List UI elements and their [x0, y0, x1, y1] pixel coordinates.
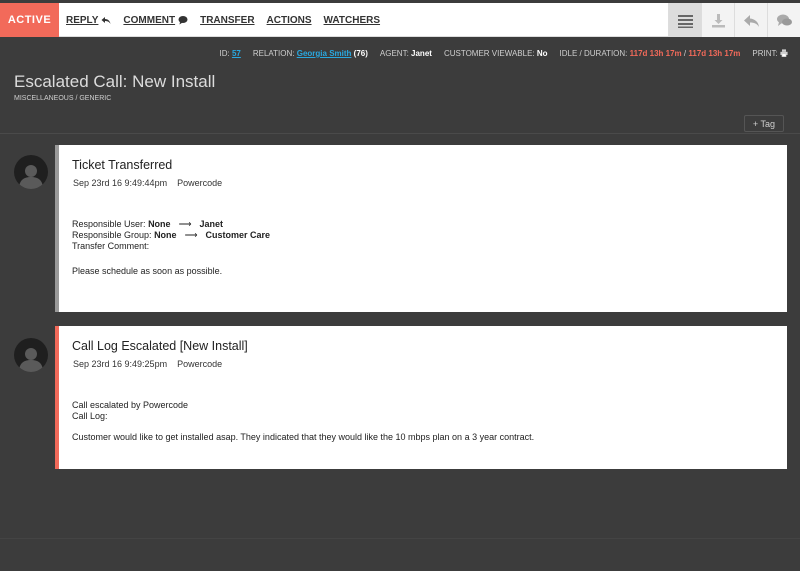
idle-value: 117d 13h 17m [629, 49, 682, 58]
call-log-text: Customer would like to get installed asa… [72, 432, 535, 442]
page-subtitle: MISCELLANEOUS / GENERIC [14, 95, 112, 102]
relation-label: RELATION: [252, 49, 295, 58]
reply-label: REPLY [66, 14, 99, 26]
viewable-label: CUSTOMER VIEWABLE: [443, 49, 535, 58]
responsible-user-line: Responsible User: None ⟶ Janet [72, 219, 270, 230]
user-label: Responsible User: [72, 219, 146, 229]
viewable-value: No [536, 49, 548, 58]
entry-date: Sep 23rd 16 9:49:25pm [73, 359, 168, 369]
agent-value: Janet [411, 49, 432, 58]
reply-icon [101, 17, 111, 24]
transfer-comment: Please schedule as soon as possible. [72, 266, 223, 276]
timeline-entry-transfer: Ticket Transferred Sep 23rd 16 9:49:44pm… [55, 145, 787, 312]
entry-meta: Sep 23rd 16 9:49:44pm Powercode [73, 178, 222, 188]
entry-title: Ticket Transferred [72, 158, 173, 172]
entry-meta: Sep 23rd 16 9:49:25pm Powercode [73, 359, 222, 369]
entry-title: Call Log Escalated [New Install] [72, 339, 248, 353]
ticket-info-bar: ID: 57 RELATION: Georgia Smith (76) AGEN… [219, 49, 788, 58]
user-icon [19, 348, 43, 372]
comment-button[interactable]: COMMENT [123, 15, 188, 26]
ticket-id-link[interactable]: 57 [232, 49, 241, 58]
add-tag-button[interactable]: + Tag [743, 115, 784, 132]
page-footer [0, 538, 800, 571]
list-icon [677, 14, 693, 28]
watchers-button[interactable]: WATCHERS [324, 15, 380, 26]
download-icon [711, 13, 725, 27]
reply-tool-button[interactable] [734, 3, 767, 37]
idle-duration: IDLE / DURATION: 117d 13h 17m / 117d 13h… [560, 49, 741, 58]
customer-viewable: CUSTOMER VIEWABLE: No [444, 49, 548, 58]
comments-icon [776, 14, 792, 26]
group-label: Responsible Group: [72, 230, 152, 240]
relation: RELATION: Georgia Smith (76) [253, 49, 368, 58]
page-title: Escalated Call: New Install [14, 72, 216, 91]
agent-label: AGENT: [379, 49, 409, 58]
top-toolbar: ACTIVE REPLY COMMENT TRANSFER ACTIONS WA… [0, 3, 800, 37]
list-view-button[interactable] [668, 3, 701, 37]
reply-button[interactable]: REPLY [66, 15, 111, 26]
escalated-by: Call escalated by Powercode [72, 400, 189, 410]
print-button[interactable]: PRINT: [752, 49, 788, 58]
entry-author: Powercode [177, 178, 223, 188]
comments-button[interactable] [767, 3, 800, 37]
printer-icon [780, 49, 788, 57]
transfer-label: TRANSFER [200, 14, 255, 26]
agent: AGENT: Janet [380, 49, 432, 58]
download-button[interactable] [701, 3, 734, 37]
divider [0, 133, 800, 134]
relation-link[interactable]: Georgia Smith [297, 49, 352, 58]
responsible-group-line: Responsible Group: None ⟶ Customer Care [72, 230, 270, 241]
ticket-id: ID: 57 [219, 49, 240, 58]
reply-icon [743, 14, 759, 27]
status-badge: ACTIVE [0, 3, 59, 37]
user-to: Janet [199, 219, 223, 229]
entry-date: Sep 23rd 16 9:49:44pm [73, 178, 168, 188]
arrow-right-icon: ⟶ [184, 230, 198, 240]
idle-label: IDLE / DURATION: [559, 49, 628, 58]
transfer-comment-label: Transfer Comment: [72, 241, 150, 251]
entry-body: Responsible User: None ⟶ Janet Responsible… [72, 219, 270, 277]
comment-label: COMMENT [123, 14, 176, 26]
group-from: None [154, 230, 177, 240]
user-from: None [148, 219, 171, 229]
avatar [14, 155, 48, 189]
user-icon [19, 165, 43, 189]
actions-button[interactable]: ACTIONS [267, 15, 312, 26]
idle-separator: / [683, 49, 687, 58]
relation-count: (76) [353, 49, 368, 58]
arrow-right-icon: ⟶ [178, 219, 192, 229]
avatar [14, 338, 48, 372]
print-label: PRINT: [752, 49, 778, 58]
timeline-entry-escalation: Call Log Escalated [New Install] Sep 23r… [55, 326, 787, 469]
id-label: ID: [219, 49, 230, 58]
group-to: Customer Care [205, 230, 270, 240]
entry-author: Powercode [177, 359, 223, 369]
call-log-label: Call Log: [72, 411, 108, 421]
transfer-button[interactable]: TRANSFER [200, 15, 254, 26]
actions-label: ACTIONS [266, 14, 312, 26]
comment-icon [178, 16, 188, 25]
watchers-label: WATCHERS [323, 14, 381, 26]
entry-body: Call escalated by Powercode Call Log: Cu… [72, 400, 534, 443]
action-menu: REPLY COMMENT TRANSFER ACTIONS WATCHERS [59, 3, 385, 37]
view-toolbar [668, 3, 800, 37]
duration-value: 117d 13h 17m [688, 49, 741, 58]
